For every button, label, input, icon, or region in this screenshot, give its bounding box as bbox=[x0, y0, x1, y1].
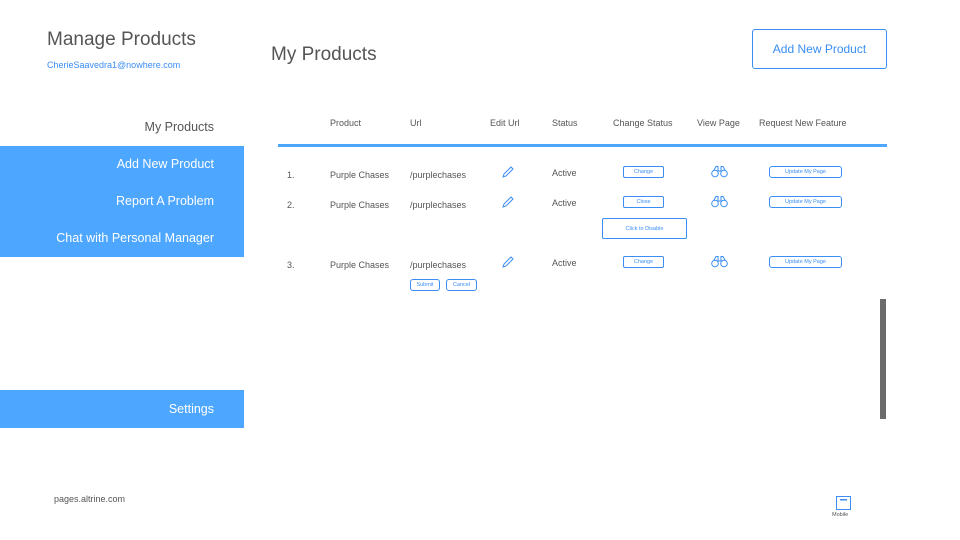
row-index: 2. bbox=[287, 200, 295, 210]
product-name: Purple Chases bbox=[330, 170, 390, 180]
mobile-label: Mobile bbox=[832, 512, 849, 518]
page-title: My Products bbox=[271, 44, 377, 65]
add-new-product-button[interactable]: Add New Product bbox=[752, 29, 887, 69]
update-my-page-button[interactable]: Update My Page bbox=[769, 196, 842, 208]
footer-site-link[interactable]: pages.altrine.com bbox=[54, 494, 125, 504]
table-header-divider bbox=[278, 144, 887, 147]
sidebar-item-chat-manager[interactable]: Chat with Personal Manager bbox=[56, 231, 214, 245]
change-status-button[interactable]: Change bbox=[623, 166, 664, 178]
status-text: Active bbox=[552, 168, 577, 178]
click-to-disable-button[interactable]: Click to Disable bbox=[602, 218, 687, 239]
status-text: Active bbox=[552, 198, 577, 208]
column-header-edit-url: Edit Url bbox=[490, 118, 520, 128]
change-status-button[interactable]: Change bbox=[623, 256, 664, 268]
status-text: Active bbox=[552, 258, 577, 268]
sidebar-item-add-new-product[interactable]: Add New Product bbox=[117, 157, 214, 171]
sidebar-item-my-products[interactable]: My Products bbox=[145, 120, 214, 134]
vertical-scrollbar[interactable] bbox=[880, 299, 886, 419]
product-url[interactable]: /purplechases bbox=[410, 200, 466, 210]
column-header-product: Product bbox=[330, 118, 362, 128]
app-title: Manage Products bbox=[47, 29, 196, 50]
sidebar-item-settings[interactable]: Settings bbox=[169, 402, 214, 416]
user-email[interactable]: CherieSaavedra1@nowhere.com bbox=[47, 60, 180, 70]
column-header-request-feature: Request New Feature bbox=[759, 118, 847, 128]
update-my-page-button[interactable]: Update My Page bbox=[769, 166, 842, 178]
submit-button[interactable]: Submit bbox=[410, 279, 440, 291]
column-header-status: Status bbox=[552, 118, 578, 128]
view-page-binoculars-icon[interactable] bbox=[711, 255, 728, 273]
product-name: Purple Chases bbox=[330, 200, 390, 210]
product-name: Purple Chases bbox=[330, 260, 390, 270]
sidebar-item-report-a-problem[interactable]: Report A Problem bbox=[116, 194, 214, 208]
edit-url-pencil-icon[interactable] bbox=[501, 165, 515, 184]
column-header-view-page: View Page bbox=[697, 118, 740, 128]
column-header-change-status: Change Status bbox=[613, 118, 673, 128]
update-my-page-button[interactable]: Update My Page bbox=[769, 256, 842, 268]
close-status-button[interactable]: Close bbox=[623, 196, 664, 208]
edit-url-pencil-icon[interactable] bbox=[501, 195, 515, 214]
column-header-url: Url bbox=[410, 118, 422, 128]
view-page-binoculars-icon[interactable] bbox=[711, 165, 728, 183]
product-url[interactable]: /purplechases bbox=[410, 260, 466, 270]
view-page-binoculars-icon[interactable] bbox=[711, 195, 728, 213]
product-url[interactable]: /purplechases bbox=[410, 170, 466, 180]
mobile-device-icon[interactable] bbox=[836, 496, 851, 510]
row-index: 3. bbox=[287, 260, 295, 270]
row-index: 1. bbox=[287, 170, 295, 180]
edit-url-pencil-icon[interactable] bbox=[501, 255, 515, 274]
cancel-button[interactable]: Cancel bbox=[446, 279, 477, 291]
